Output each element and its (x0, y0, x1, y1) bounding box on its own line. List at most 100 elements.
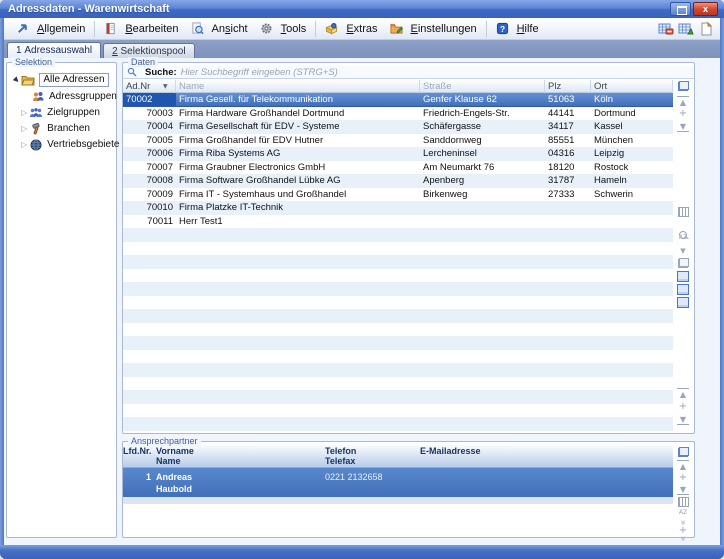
tree-item-label[interactable]: Branchen (47, 123, 90, 134)
cell-name[interactable]: Firma Gesell. für Telekommunikation (176, 93, 420, 106)
copy-window-icon[interactable] (677, 81, 689, 92)
cell-ort[interactable] (591, 201, 673, 215)
menu-tools[interactable]: Tools (254, 20, 313, 37)
cell-adnr[interactable]: 70007 (123, 161, 176, 175)
table-row[interactable]: 70011 Herr Test1 (123, 215, 673, 229)
cell-plz[interactable]: 04316 (545, 147, 591, 161)
cell-plz[interactable]: 18120 (545, 161, 591, 175)
cell-name[interactable]: Firma Hardware Großhandel Dortmund (176, 107, 420, 121)
column-header-lfdnr[interactable]: Lfd.Nr. (123, 444, 151, 467)
cell-name[interactable]: Firma Gesellschaft für EDV - Systeme (176, 120, 420, 134)
cell-adnr[interactable]: 70008 (123, 174, 176, 188)
cell-strasse[interactable]: Schäfergasse (420, 120, 545, 134)
add-icon[interactable]: + (677, 401, 689, 412)
table-row-selected[interactable]: 70002 Firma Gesell. für Telekommunikatio… (123, 93, 673, 107)
cell-strasse[interactable]: Sanddornweg (420, 134, 545, 148)
menu-hilfe[interactable]: ? Hilfe (490, 20, 545, 37)
new-document-icon[interactable] (697, 20, 714, 37)
menu-bearbeiten[interactable]: Bearbeiten (98, 20, 184, 37)
cell-plz[interactable]: 31787 (545, 174, 591, 188)
cell-strasse[interactable] (420, 215, 545, 229)
cell-strasse[interactable]: Birkenweg (420, 188, 545, 202)
tree-item-vertriebsgebiete[interactable]: ▷ Vertriebsgebiete (21, 137, 119, 152)
collapsed-arrow-icon[interactable]: ▷ (21, 108, 27, 117)
cell-name[interactable]: Firma Riba Systems AG (176, 147, 420, 161)
cell-ort[interactable]: München (591, 134, 673, 148)
tree-item-label[interactable]: Vertriebsgebiete (47, 139, 119, 150)
add-row-icon[interactable]: + (677, 108, 689, 119)
table-add-icon[interactable] (677, 20, 694, 37)
cell-adnr[interactable]: 70003 (123, 107, 176, 121)
table-row[interactable]: 70007 Firma Graubner Electronics GmbH Am… (123, 161, 673, 175)
cell-strasse[interactable]: Apenberg (420, 174, 545, 188)
cell-name[interactable]: Firma IT - Systemhaus und Großhandel (176, 188, 420, 202)
menu-allgemein[interactable]: Allgemein (10, 20, 91, 37)
double-down-icon[interactable]: » (678, 533, 689, 545)
list-view-icon[interactable] (677, 297, 689, 308)
cell-strasse[interactable]: Lercheninsel (420, 147, 545, 161)
table-row[interactable]: 70003 Firma Hardware Großhandel Dortmund… (123, 107, 673, 121)
tree-item-alle-adressen[interactable]: ▶ Alle Adressen (14, 72, 109, 87)
list-view-icon[interactable] (677, 271, 689, 282)
column-header-ort[interactable]: Ort (591, 80, 673, 93)
cell-ort[interactable]: Schwerin (591, 188, 673, 202)
tab-selektionspool[interactable]: 2 Selektionspool (103, 43, 194, 58)
cell-plz[interactable]: 34117 (545, 120, 591, 134)
copy-window-icon[interactable] (677, 447, 689, 458)
contact-row-selected[interactable]: 1 Andreas Haubold 0221 2132658 (123, 468, 673, 497)
table-row[interactable]: 70005 Firma Großhandel für EDV Hutner Sa… (123, 134, 673, 148)
menu-einstellungen[interactable]: Einstellungen (384, 20, 483, 37)
cell-adnr[interactable]: 70006 (123, 147, 176, 161)
cell-ort[interactable]: Hameln (591, 174, 673, 188)
collapsed-arrow-icon[interactable]: ▷ (21, 124, 27, 133)
scroll-top-icon[interactable]: ▲ (677, 460, 689, 471)
tree-item-branchen[interactable]: ▷ Branchen (21, 121, 90, 136)
sort-az-icon[interactable]: AZ (677, 232, 689, 243)
grid-view-icon[interactable] (677, 206, 689, 217)
cell-ort[interactable]: Dortmund (591, 107, 673, 121)
tree-item-label[interactable]: Zielgruppen (47, 107, 100, 118)
cell-name[interactable]: Firma Großhandel für EDV Hutner (176, 134, 420, 148)
cell-name[interactable]: Firma Software Großhandel Lübke AG (176, 174, 420, 188)
tree-item-zielgruppen[interactable]: ▷ Zielgruppen (21, 105, 100, 120)
scroll-bottom-icon[interactable]: ▼ (677, 484, 689, 495)
cell-strasse[interactable]: Genfer Klause 62 (420, 93, 545, 106)
close-button[interactable]: x (693, 2, 718, 16)
cell-plz[interactable]: 51063 (545, 93, 591, 106)
cell-strasse[interactable]: Friedrich-Engels-Str. (420, 107, 545, 121)
menu-extras[interactable]: Extras (319, 20, 383, 37)
table-remove-icon[interactable] (657, 20, 674, 37)
cell-ort[interactable]: Leipzig (591, 147, 673, 161)
cell-name[interactable]: Firma Graubner Electronics GmbH (176, 161, 420, 175)
expanded-arrow-icon[interactable]: ▶ (12, 75, 21, 84)
cell-plz[interactable]: 44141 (545, 107, 591, 121)
cell-adnr[interactable]: 70005 (123, 134, 176, 148)
table-row[interactable]: 70008 Firma Software Großhandel Lübke AG… (123, 174, 673, 188)
collapsed-arrow-icon[interactable]: ▷ (21, 140, 27, 149)
cell-adnr[interactable]: 70011 (123, 215, 176, 229)
column-header-telefon-telefax[interactable]: TelefonTelefax (325, 444, 356, 467)
cell-strasse[interactable] (420, 201, 545, 215)
scroll-bottom-icon[interactable]: ▼ (677, 121, 689, 132)
table-row[interactable]: 70009 Firma IT - Systemhaus und Großhand… (123, 188, 673, 202)
cell-plz[interactable] (545, 201, 591, 215)
cell-adnr[interactable]: 70002 (123, 93, 176, 106)
tab-adressauswahl[interactable]: 1 Adressauswahl (7, 42, 101, 58)
add-contact-icon[interactable]: + (677, 472, 689, 483)
column-header-vorname-name[interactable]: VornameName (156, 444, 194, 467)
table-row[interactable]: 70004 Firma Gesellschaft für EDV - Syste… (123, 120, 673, 134)
cell-plz[interactable]: 85551 (545, 134, 591, 148)
cell-ort[interactable]: Rostock (591, 161, 673, 175)
cell-ort[interactable] (591, 215, 673, 229)
cell-plz[interactable] (545, 215, 591, 229)
filter-icon[interactable]: ▼ (677, 245, 689, 256)
table-row[interactable]: 70010 Firma Platzke IT-Technik (123, 201, 673, 215)
grid-view-icon[interactable] (677, 496, 689, 507)
cell-name[interactable]: Herr Test1 (176, 215, 420, 229)
menu-ansicht[interactable]: Ansicht (185, 20, 254, 37)
cell-adnr[interactable]: 70010 (123, 201, 176, 215)
page-up-icon[interactable]: ▲ (677, 388, 689, 399)
cell-name[interactable]: Firma Platzke IT-Technik (176, 201, 420, 215)
cell-adnr[interactable]: 70009 (123, 188, 176, 202)
column-header-name[interactable]: Name (176, 80, 420, 93)
